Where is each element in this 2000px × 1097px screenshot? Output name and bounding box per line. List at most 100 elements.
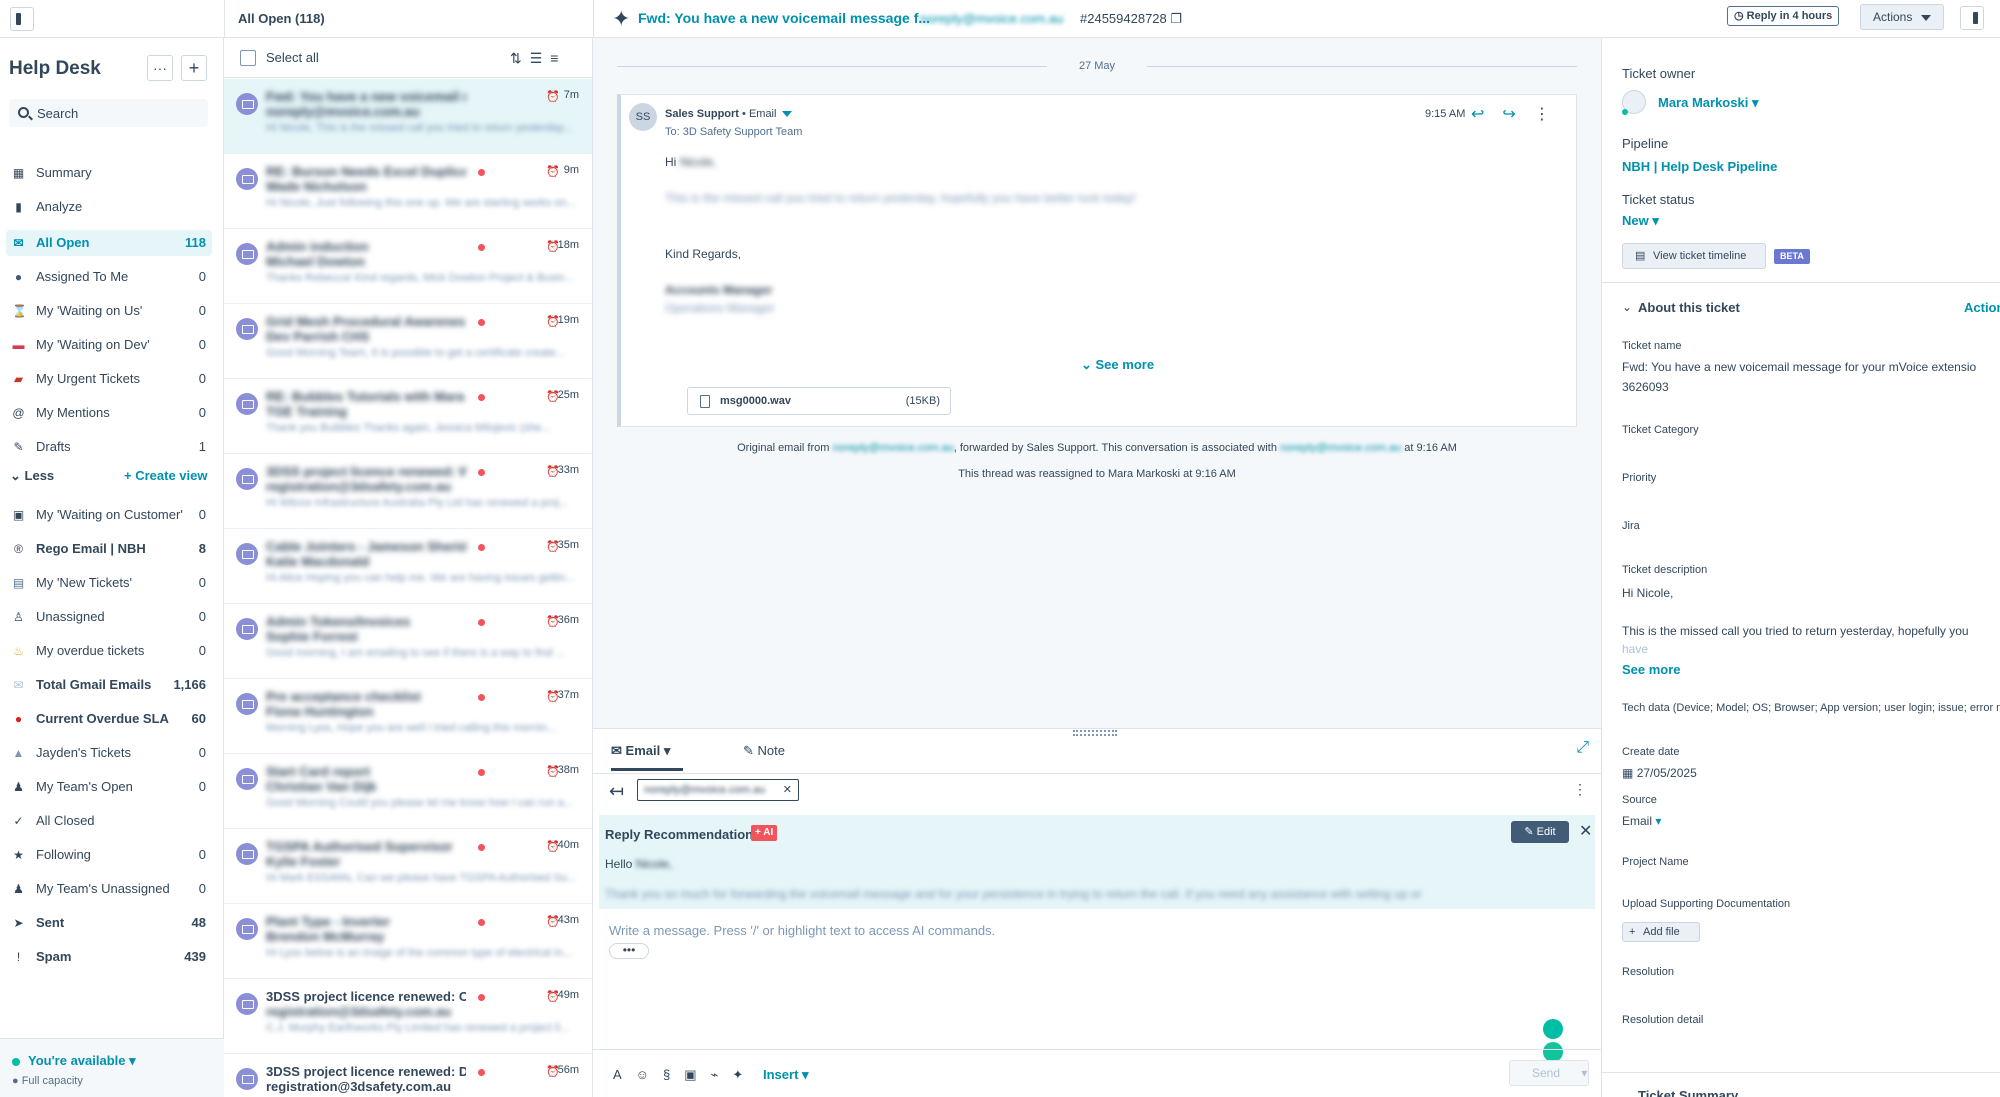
tab-email[interactable]: ✉ Email ▾ <box>611 737 683 771</box>
create-date-value[interactable]: ▦ 27/05/2025 <box>1622 766 1697 780</box>
sidebar-item[interactable]: ▲ Jayden's Tickets 0 <box>6 740 212 766</box>
sidebar-item[interactable]: ➤ Sent 48 <box>6 910 212 936</box>
sidebar-item[interactable]: ♙ Unassigned 0 <box>6 604 212 630</box>
resize-handle[interactable] <box>1073 730 1117 736</box>
owner-select[interactable]: Mara Markoski ▾ <box>1658 95 1758 111</box>
reply-sla-badge[interactable]: ◷ Reply in 4 hours <box>1727 6 1840 26</box>
about-section-title[interactable]: About this ticket <box>1638 300 1740 315</box>
ticket-row[interactable]: Admin Tokens/Invoices Sophie Forrest Good … <box>224 604 592 679</box>
more-actions-button[interactable]: ••• <box>609 943 649 959</box>
resolution-detail-label[interactable]: Resolution detail <box>1622 1014 1703 1026</box>
sort-icon[interactable]: ⇅ <box>510 50 530 66</box>
about-actions-link[interactable]: Actions <box>1964 300 2000 315</box>
add-file-button[interactable]: + Add file <box>1622 922 1700 942</box>
sidebar-item[interactable]: ♟ My Team's Unassigned 0 <box>6 876 212 902</box>
search-input[interactable] <box>37 99 197 127</box>
snippet-icon[interactable]: § <box>663 1067 684 1082</box>
settings-icon[interactable]: ≡ <box>550 50 566 66</box>
ticket-row[interactable]: 3DSS project licence renewed: C... regist… <box>224 979 592 1054</box>
sidebar-item[interactable]: ® Rego Email | NBH 8 <box>6 536 212 562</box>
add-view-button[interactable]: + <box>181 55 207 81</box>
project-name-label[interactable]: Project Name <box>1622 856 1689 868</box>
ticket-subject[interactable]: Fwd: You have a new voicemail message f.… <box>638 10 930 26</box>
ai-sparkle-icon[interactable]: ✦ <box>732 1067 757 1082</box>
see-more-link[interactable]: ⌄ See more <box>1081 357 1154 373</box>
select-all-label[interactable]: Select all <box>266 50 319 65</box>
ticket-row[interactable]: Grid Mesh Procedural Awarenes... Dev Parr… <box>224 304 592 379</box>
image-icon[interactable]: ▣ <box>684 1067 710 1082</box>
priority-label[interactable]: Priority <box>1622 472 1656 484</box>
right-panel-toggle-icon[interactable] <box>1960 6 1984 30</box>
chevron-down-icon[interactable]: ⌄ <box>1622 300 1632 314</box>
emoji-icon[interactable]: ☺ <box>636 1067 663 1082</box>
caret-down-icon[interactable] <box>782 111 793 117</box>
sidebar-item[interactable]: ▦ Summary <box>6 160 212 186</box>
contact-email[interactable]: noreply@mvoice.com.au <box>920 11 1063 26</box>
expand-icon[interactable]: ⤢ <box>1576 739 1589 757</box>
ticket-summary-title[interactable]: Ticket Summary <box>1638 1088 1738 1097</box>
orig-from[interactable]: noreply@mvoice.com.au <box>832 442 953 454</box>
ticket-row[interactable]: Fwd: You have a new voicemail me...norep… <box>224 79 592 154</box>
message-input[interactable]: Write a message. Press '/' or highlight … <box>609 923 995 938</box>
description-line[interactable]: This is the missed call you tried to ret… <box>1622 624 1969 638</box>
sidebar-item[interactable]: ✉ Total Gmail Emails 1,166 <box>6 672 212 698</box>
source-select[interactable]: Email ▾ <box>1622 814 1661 828</box>
forward-icon[interactable]: ↪ <box>1502 106 1533 123</box>
sidebar-toggle-icon[interactable] <box>10 7 34 31</box>
ticket-row[interactable]: Pre acceptance checklist Fiona Huntington… <box>224 679 592 754</box>
ticket-row[interactable]: 3DSS project licence renewed: Di... regis… <box>224 1054 592 1097</box>
ticket-row[interactable]: Admin induction Michael Dowton Thanks Rebe… <box>224 229 592 304</box>
tech-data-label[interactable]: Tech data (Device; Model; OS; Browser; A… <box>1622 702 2000 714</box>
create-view-link[interactable]: + Create view <box>124 468 207 483</box>
sidebar-item[interactable]: ♟ My Team's Open 0 <box>6 774 212 800</box>
sidebar-item[interactable]: @ My Mentions 0 <box>6 400 212 426</box>
pipeline-value[interactable]: NBH | Help Desk Pipeline <box>1622 159 1777 174</box>
ticket-row[interactable]: TGSPA Authorised Supervisor Kylie Foster H… <box>224 829 592 904</box>
assistant-icon[interactable] <box>1543 1019 1563 1039</box>
sidebar-item[interactable]: ▮ Analyze <box>6 194 212 220</box>
sidebar-item[interactable]: ▤ My 'New Tickets' 0 <box>6 570 212 596</box>
view-timeline-button[interactable]: ▤ View ticket timeline <box>1622 243 1766 269</box>
sidebar-item[interactable]: ▬ My 'Waiting on Dev' 0 <box>6 332 212 358</box>
sidebar-item[interactable]: ▣ My 'Waiting on Customer' 0 <box>6 502 212 528</box>
kebab-icon[interactable]: ⋮ <box>1573 781 1587 798</box>
orig-assoc[interactable]: noreply@mvoice.com.au <box>1280 442 1401 454</box>
kebab-icon[interactable]: ⋮ <box>1534 106 1568 123</box>
select-all-checkbox[interactable] <box>240 50 256 66</box>
search-box[interactable] <box>9 99 208 127</box>
ticket-row[interactable]: Cable Jointers - Jameson Sherid... Katie … <box>224 529 592 604</box>
resolution-label[interactable]: Resolution <box>1622 966 1674 978</box>
ticket-name-value-2[interactable]: 3626093 <box>1622 380 1669 394</box>
category-label[interactable]: Ticket Category <box>1622 424 1699 436</box>
see-more-link[interactable]: See more <box>1622 662 1681 677</box>
filter-icon[interactable]: ☰ <box>530 50 551 66</box>
tab-note[interactable]: ✎ Note <box>743 737 803 771</box>
recipient-chip[interactable]: noreply@mvoice.com.au ✕ <box>637 779 799 801</box>
attach-icon[interactable]: ⌁ <box>710 1067 732 1082</box>
text-format-icon[interactable]: A <box>613 1067 636 1082</box>
ticket-row[interactable]: RE: Burson Needs Excel Duplica... Wade Ni… <box>224 154 592 229</box>
edit-button[interactable]: ✎ Edit <box>1511 821 1569 843</box>
more-options-button[interactable]: ··· <box>147 55 173 81</box>
less-toggle[interactable]: ⌄ Less <box>10 468 54 484</box>
close-icon[interactable]: ✕ <box>1579 821 1592 841</box>
ticket-row[interactable]: 3DSS project licence renewed: W... regist… <box>224 454 592 529</box>
description-line[interactable]: have <box>1622 642 1648 656</box>
sidebar-item[interactable]: ✎ Drafts 1 <box>6 434 212 460</box>
sidebar-item[interactable]: ✉ All Open 118 <box>6 230 212 256</box>
sparkle-icon[interactable]: ✦ <box>612 6 630 32</box>
reply-icon[interactable]: ↩ <box>1471 106 1502 123</box>
availability-status[interactable]: You're available ▾ ● Full capacity <box>0 1038 224 1097</box>
actions-button[interactable]: Actions <box>1860 4 1944 30</box>
copy-icon[interactable]: ❐ <box>1170 11 1182 26</box>
sidebar-item[interactable]: ✓ All Closed <box>6 808 212 834</box>
description-line[interactable]: Hi Nicole, <box>1622 586 1673 600</box>
ticket-row[interactable]: Plant Type - Inverter Brendon McMurray Hi … <box>224 904 592 979</box>
ticket-row[interactable]: Start Card report Christian Van Dijk Good … <box>224 754 592 829</box>
reply-arrow-icon[interactable]: ↤ <box>609 781 624 802</box>
sidebar-item[interactable]: ● Assigned To Me 0 <box>6 264 212 290</box>
send-button[interactable]: Send ▾ <box>1509 1060 1589 1086</box>
ticket-row[interactable]: RE: Bubbles Tutorials with Mara TGE Train… <box>224 379 592 454</box>
ticket-name-value[interactable]: Fwd: You have a new voicemail message fo… <box>1622 360 1976 374</box>
sidebar-item[interactable]: ● Current Overdue SLA 60 <box>6 706 212 732</box>
